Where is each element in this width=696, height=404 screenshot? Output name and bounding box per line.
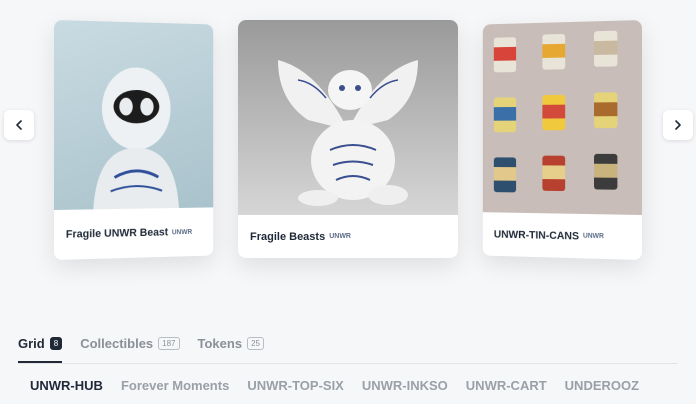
view-tabs: Grid 8 Collectibles 187 Tokens 25 [18, 336, 264, 351]
collection-carousel: Fragile UNWR Beast UNWR Fragile Beasts U… [0, 0, 696, 300]
tab-grid[interactable]: Grid 8 [18, 336, 63, 351]
card-artwork [482, 20, 642, 215]
card-artwork [54, 20, 214, 210]
tab-label: Grid [18, 336, 45, 351]
card-artwork [238, 20, 458, 215]
card-title: Fragile UNWR Beast [65, 226, 169, 241]
subtab-forever-moments[interactable]: Forever Moments [121, 378, 229, 393]
tab-label: Collectibles [80, 336, 154, 351]
card-caption: Fragile Beasts UNWR [238, 215, 458, 258]
subtab-unwr-cart[interactable]: UNWR-CART [466, 378, 547, 393]
tab-collectibles[interactable]: Collectibles 187 [80, 336, 180, 351]
chevron-right-icon [675, 120, 681, 130]
subtab-unwr-inkso[interactable]: UNWR-INKSO [362, 378, 448, 393]
card-tag: UNWR [582, 232, 604, 241]
collection-card[interactable]: Fragile Beasts UNWR [238, 20, 458, 258]
tab-count-badge: 8 [49, 337, 63, 350]
carousel-prev-button[interactable] [4, 110, 34, 140]
carousel-next-button[interactable] [663, 110, 693, 140]
tab-label: Tokens [197, 336, 243, 351]
collection-card[interactable]: Fragile UNWR Beast UNWR [54, 20, 214, 260]
subtab-unwr-top-six[interactable]: UNWR-TOP-SIX [247, 378, 344, 393]
card-tag: UNWR [171, 228, 193, 236]
card-caption: UNWR-TIN-CANS UNWR [483, 212, 642, 260]
collection-filter-tabs: UNWR-HUB Forever Moments UNWR-TOP-SIX UN… [30, 378, 639, 393]
subtab-unwr-hub[interactable]: UNWR-HUB [30, 378, 103, 393]
card-title: UNWR-TIN-CANS [493, 228, 580, 242]
collection-card[interactable]: UNWR-TIN-CANS UNWR [482, 20, 642, 260]
tab-count-badge: 25 [247, 337, 264, 350]
tabs-divider [18, 363, 678, 364]
card-caption: Fragile UNWR Beast UNWR [54, 207, 213, 260]
card-title: Fragile Beasts [250, 230, 326, 243]
tab-tokens[interactable]: Tokens 25 [198, 336, 264, 351]
card-tag: UNWR [329, 233, 351, 240]
subtab-underooz[interactable]: UNDEROOZ [565, 378, 639, 393]
chevron-left-icon [16, 120, 22, 130]
tab-count-badge: 187 [158, 337, 180, 350]
